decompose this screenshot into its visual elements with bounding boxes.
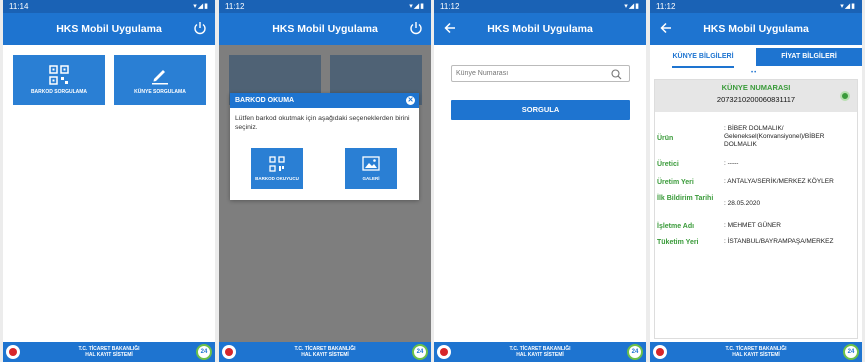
- barcode-scanner-label: BARKOD OKUYUCU: [255, 176, 299, 181]
- tab-price-info[interactable]: FİYAT BİLGİLERİ: [756, 48, 862, 66]
- app-title: HKS Mobil Uygulama: [703, 23, 809, 35]
- footer: T.C. TİCARET BAKANLIĞI HAL KAYIT SİSTEMİ…: [219, 342, 431, 362]
- barcode-query-label: BARKOD SORGULAMA: [30, 89, 88, 95]
- pencil-icon: [152, 70, 168, 85]
- back-arrow-icon[interactable]: [659, 21, 673, 35]
- barcode-scanner-button[interactable]: BARKOD OKUYUCU: [251, 148, 303, 189]
- field-key: Tüketim Yeri: [657, 239, 699, 246]
- close-icon[interactable]: ✕: [406, 96, 415, 105]
- ministry-logo-icon: [653, 345, 667, 359]
- footer-line2: HAL KAYIT SİSTEMİ: [85, 352, 133, 358]
- field-key: İlk Bildirim Tarihi: [657, 195, 714, 202]
- footer: T.C. TİCARET BAKANLIĞI HAL KAYIT SİSTEMİ…: [3, 342, 215, 362]
- app-bar: HKS Mobil Uygulama: [434, 13, 646, 45]
- field-key: Üretici: [657, 161, 679, 168]
- badge-logo-icon: 24: [843, 344, 859, 360]
- back-arrow-icon[interactable]: [443, 21, 457, 35]
- dialog-header: BARKOD OKUMA ✕: [230, 93, 419, 108]
- field-key: Üretim Yeri: [657, 179, 694, 186]
- field-row: Üretim Yeri : ANTALYA/SERİK/MERKEZ KÖYLE…: [657, 178, 855, 187]
- screen-barcode-dialog: 11:12 ▾◢▮ HKS Mobil Uygulama BARKOD OKUM…: [219, 0, 431, 362]
- field-row: Tüketim Yeri : İSTANBUL/BAYRAMPAŞA/MERKE…: [657, 238, 855, 247]
- dialog-title: BARKOD OKUMA: [235, 97, 295, 104]
- footer-line2: HAL KAYIT SİSTEMİ: [301, 352, 349, 358]
- gallery-label: GALERİ: [362, 176, 380, 181]
- screen-tag-details: 11:12 ▾◢▮ HKS Mobil Uygulama KÜNYE BİLGİ…: [650, 0, 862, 362]
- power-icon[interactable]: [193, 21, 207, 35]
- status-icons: ▾◢▮: [409, 3, 425, 10]
- dialog-message: Lütfen barkod okutmak için aşağıdaki seç…: [235, 115, 410, 131]
- card-title: KÜNYE NUMARASI: [721, 83, 791, 92]
- footer: T.C. TİCARET BAKANLIĞI HAL KAYIT SİSTEMİ…: [650, 342, 862, 362]
- qr-code-icon: [49, 65, 69, 85]
- app-bar: HKS Mobil Uygulama: [219, 13, 431, 45]
- field-value: : İSTANBUL/BAYRAMPAŞA/MERKEZ: [724, 238, 834, 245]
- home-content: BARKOD SORGULAMA KÜNYE SORGULAMA: [3, 45, 215, 342]
- app-title: HKS Mobil Uygulama: [272, 23, 378, 35]
- status-icons: ▾◢▮: [193, 3, 209, 10]
- app-title: HKS Mobil Uygulama: [56, 23, 162, 35]
- ministry-logo-icon: [437, 345, 451, 359]
- status-time: 11:12: [440, 2, 460, 11]
- details-tabs: KÜNYE BİLGİLERİ FİYAT BİLGİLERİ ••: [650, 45, 862, 76]
- footer-line2: HAL KAYIT SİSTEMİ: [516, 352, 564, 358]
- field-row: İlk Bildirim Tarihi : 28.05.2020: [657, 194, 855, 208]
- status-time: 11:12: [656, 2, 676, 11]
- status-bar: 11:12 ▾◢▮: [650, 0, 862, 13]
- field-value: : 28.05.2020: [724, 200, 761, 207]
- field-row: Üretici : -----: [657, 160, 855, 169]
- card-header: KÜNYE NUMARASI 2073210200060831117: [655, 80, 857, 112]
- field-value: : BİBER DOLMALIK/ Geleneksel(Konvansiyon…: [724, 125, 825, 148]
- status-dot-icon: [840, 91, 850, 101]
- status-bar: 11:14 ▾◢▮: [3, 0, 215, 13]
- screen-home: 11:14 ▾◢▮ HKS Mobil Uygulama BARKOD SORG…: [3, 0, 215, 362]
- search-content: SORGULA: [434, 45, 646, 342]
- tag-query-label: KÜNYE SORGULAMA: [134, 89, 186, 95]
- power-icon[interactable]: [409, 21, 423, 35]
- badge-logo-icon: 24: [627, 344, 643, 360]
- field-key: Ürün: [657, 135, 674, 142]
- field-value: : ANTALYA/SERİK/MERKEZ KÖYLER: [724, 178, 834, 185]
- card-number: 2073210200060831117: [716, 95, 796, 104]
- field-row: Ürün : BİBER DOLMALIK/ Geleneksel(Konvan…: [657, 125, 855, 149]
- field-value: : MEHMET GÜNER: [724, 222, 781, 229]
- barcode-dialog: BARKOD OKUMA ✕ Lütfen barkod okutmak içi…: [230, 93, 419, 200]
- status-icons: ▾◢▮: [840, 3, 856, 10]
- tag-card: KÜNYE NUMARASI 2073210200060831117 Ürün …: [654, 79, 858, 339]
- gallery-button[interactable]: GALERİ: [345, 148, 397, 189]
- field-value: : -----: [724, 160, 739, 167]
- status-icons: ▾◢▮: [624, 3, 640, 10]
- field-row: İşletme Adı : MEHMET GÜNER: [657, 222, 855, 231]
- app-title: HKS Mobil Uygulama: [487, 23, 593, 35]
- query-button[interactable]: SORGULA: [451, 100, 630, 120]
- gallery-icon: [362, 156, 380, 171]
- tag-number-input[interactable]: [451, 65, 630, 82]
- status-bar: 11:12 ▾◢▮: [434, 0, 646, 13]
- status-time: 11:14: [9, 2, 29, 11]
- qr-code-icon: [269, 156, 285, 172]
- app-bar: HKS Mobil Uygulama: [3, 13, 215, 45]
- badge-logo-icon: 24: [196, 344, 212, 360]
- search-icon[interactable]: [611, 69, 622, 80]
- field-key: İşletme Adı: [657, 223, 695, 230]
- ministry-logo-icon: [6, 345, 20, 359]
- footer-line2: HAL KAYIT SİSTEMİ: [732, 352, 780, 358]
- tab-tag-info[interactable]: KÜNYE BİLGİLERİ: [650, 48, 756, 68]
- tag-query-tile[interactable]: KÜNYE SORGULAMA: [114, 55, 206, 105]
- barcode-query-tile[interactable]: BARKOD SORGULAMA: [13, 55, 105, 105]
- page-indicator: ••: [751, 70, 758, 76]
- status-time: 11:12: [225, 2, 245, 11]
- app-bar: HKS Mobil Uygulama: [650, 13, 862, 45]
- status-bar: 11:12 ▾◢▮: [219, 0, 431, 13]
- screen-tag-search: 11:12 ▾◢▮ HKS Mobil Uygulama SORGULA T.C…: [434, 0, 646, 362]
- footer: T.C. TİCARET BAKANLIĞI HAL KAYIT SİSTEMİ…: [434, 342, 646, 362]
- badge-logo-icon: 24: [412, 344, 428, 360]
- ministry-logo-icon: [222, 345, 236, 359]
